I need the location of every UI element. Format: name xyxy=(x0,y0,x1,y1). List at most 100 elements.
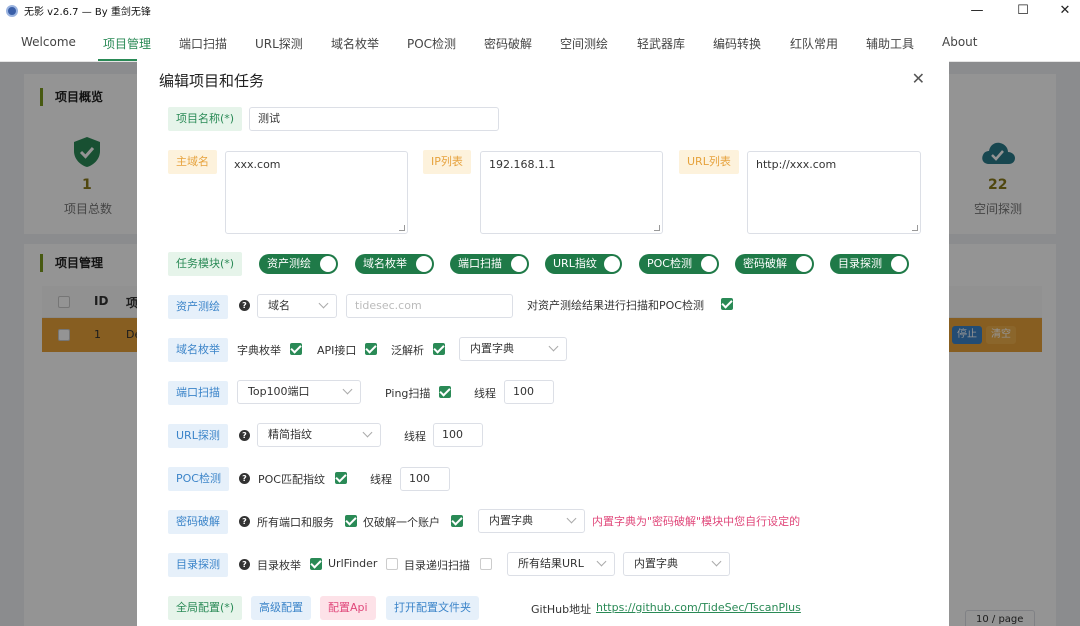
url-threads-input[interactable]: 100 xyxy=(433,423,483,447)
dir-label: 目录探测 xyxy=(168,553,228,577)
close-icon[interactable]: ✕ xyxy=(912,69,925,88)
tab-weapons[interactable]: 轻武器库 xyxy=(637,35,685,52)
ip-textarea[interactable]: 192.168.1.1 xyxy=(480,151,663,234)
resize-grip-icon[interactable] xyxy=(654,225,660,231)
subdomain-label: 域名枚举 xyxy=(168,338,228,362)
help-icon[interactable]: ? xyxy=(239,300,250,311)
dir-dict-value: 内置字典 xyxy=(634,557,678,570)
poc-threads-label: 线程 xyxy=(370,473,392,486)
one-account-label: 仅破解一个账户 xyxy=(363,516,440,529)
chevron-down-icon xyxy=(711,556,722,567)
tab-password-crack[interactable]: 密码破解 xyxy=(484,35,532,52)
chevron-down-icon xyxy=(596,556,607,567)
tab-encoding[interactable]: 编码转换 xyxy=(713,35,761,52)
github-link[interactable]: https://github.com/TideSec/TscanPlus xyxy=(596,601,801,614)
open-config-folder-button[interactable]: 打开配置文件夹 xyxy=(386,596,479,620)
fingerprint-select[interactable]: 精简指纹 xyxy=(257,423,381,447)
tab-redteam[interactable]: 红队常用 xyxy=(790,35,838,52)
urlfinder-label: UrlFinder xyxy=(328,557,378,570)
toggle-dir[interactable]: 目录探测 xyxy=(830,254,909,274)
subdomain-dict-select[interactable]: 内置字典 xyxy=(459,337,567,361)
tab-url-probe[interactable]: URL探测 xyxy=(255,35,303,52)
port-threads-input[interactable]: 100 xyxy=(504,380,554,404)
close-window-button[interactable]: ✕ xyxy=(1042,0,1080,21)
all-ports-checkbox[interactable] xyxy=(345,515,357,527)
wildcard-label: 泛解析 xyxy=(391,344,424,357)
help-icon[interactable]: ? xyxy=(239,473,250,484)
tab-about[interactable]: About xyxy=(942,35,977,49)
dict-enum-label: 字典枚举 xyxy=(237,344,281,357)
ping-label: Ping扫描 xyxy=(385,387,431,400)
toggle-poc[interactable]: POC检测 xyxy=(639,254,719,274)
dir-enum-checkbox[interactable] xyxy=(310,558,322,570)
asset-scan-checkbox[interactable] xyxy=(721,298,733,310)
toggle-asset-label: 资产测绘 xyxy=(267,257,311,270)
port-range-select[interactable]: Top100端口 xyxy=(237,380,361,404)
app-logo-icon xyxy=(6,4,18,17)
poc-match-label: POC匹配指纹 xyxy=(258,473,325,486)
tab-welcome[interactable]: Welcome xyxy=(21,35,76,49)
toggle-port[interactable]: 端口扫描 xyxy=(450,254,529,274)
dir-dict-select[interactable]: 内置字典 xyxy=(623,552,730,576)
dir-enum-label: 目录枚举 xyxy=(257,559,301,572)
module-label: 任务模块(*) xyxy=(168,252,243,276)
window-title: 无影 v2.6.7 — By 重剑无锋 xyxy=(24,7,151,18)
edit-project-modal: 编辑项目和任务 ✕ 项目名称(*) 测试 主域名 xxx.com IP列表 19… xyxy=(137,55,949,626)
toggle-subdomain[interactable]: 域名枚举 xyxy=(355,254,434,274)
poc-threads-input[interactable]: 100 xyxy=(400,467,450,491)
dict-enum-checkbox[interactable] xyxy=(290,343,302,355)
help-icon[interactable]: ? xyxy=(239,430,250,441)
wildcard-checkbox[interactable] xyxy=(433,343,445,355)
asset-note: 对资产测绘结果进行扫描和POC检测 xyxy=(527,299,704,312)
global-label: 全局配置(*) xyxy=(168,596,243,620)
project-name-input[interactable]: 测试 xyxy=(249,107,499,131)
port-threads-label: 线程 xyxy=(474,387,496,400)
dir-scope-select[interactable]: 所有结果URL xyxy=(507,552,615,576)
chevron-down-icon xyxy=(362,427,373,438)
dir-scope-value: 所有结果URL xyxy=(518,557,584,570)
url-value: http://xxx.com xyxy=(756,158,837,171)
advanced-config-button[interactable]: 高级配置 xyxy=(251,596,311,620)
tab-poc[interactable]: POC检测 xyxy=(407,35,456,52)
maximize-button[interactable]: ☐ xyxy=(1000,0,1046,21)
resize-grip-icon[interactable] xyxy=(912,225,918,231)
domain-textarea[interactable]: xxx.com xyxy=(225,151,408,234)
config-api-button[interactable]: 配置Api xyxy=(320,596,376,620)
ping-checkbox[interactable] xyxy=(439,386,451,398)
port-range-value: Top100端口 xyxy=(248,385,310,398)
crack-label: 密码破解 xyxy=(168,510,228,534)
poc-match-checkbox[interactable] xyxy=(335,472,347,484)
toggle-crack-label: 密码破解 xyxy=(743,257,787,270)
chevron-down-icon xyxy=(566,513,577,524)
help-icon[interactable]: ? xyxy=(239,559,250,570)
ip-value: 192.168.1.1 xyxy=(489,158,556,171)
api-label: API接口 xyxy=(317,344,357,357)
api-checkbox[interactable] xyxy=(365,343,377,355)
crack-dict-select[interactable]: 内置字典 xyxy=(478,509,585,533)
resize-grip-icon[interactable] xyxy=(399,225,405,231)
minimize-button[interactable]: — xyxy=(954,0,1000,21)
toggle-url[interactable]: URL指纹 xyxy=(545,254,622,274)
tab-port-scan[interactable]: 端口扫描 xyxy=(179,35,227,52)
tab-space-mapping[interactable]: 空间测绘 xyxy=(560,35,608,52)
asset-query-input[interactable]: tidesec.com xyxy=(346,294,513,318)
help-icon[interactable]: ? xyxy=(239,516,250,527)
recursive-checkbox[interactable] xyxy=(480,558,492,570)
url-textarea[interactable]: http://xxx.com xyxy=(747,151,921,234)
urlfinder-checkbox[interactable] xyxy=(386,558,398,570)
tab-tools[interactable]: 辅助工具 xyxy=(866,35,914,52)
github-label: GitHub地址 xyxy=(531,603,592,616)
crack-dict-value: 内置字典 xyxy=(489,514,533,527)
toggle-crack[interactable]: 密码破解 xyxy=(735,254,814,274)
tab-subdomain[interactable]: 域名枚举 xyxy=(331,35,379,52)
crack-dict-hint: 内置字典为"密码破解"模块中您自行设定的 xyxy=(592,515,801,528)
chevron-down-icon xyxy=(342,384,353,395)
port-label: 端口扫描 xyxy=(168,381,228,405)
asset-type-select[interactable]: 域名 xyxy=(257,294,337,318)
one-account-checkbox[interactable] xyxy=(451,515,463,527)
ip-label: IP列表 xyxy=(423,150,471,174)
toggle-subdomain-label: 域名枚举 xyxy=(363,257,407,270)
tab-project-management[interactable]: 项目管理 xyxy=(103,35,151,52)
subdomain-dict-value: 内置字典 xyxy=(470,342,514,355)
toggle-asset[interactable]: 资产测绘 xyxy=(259,254,338,274)
